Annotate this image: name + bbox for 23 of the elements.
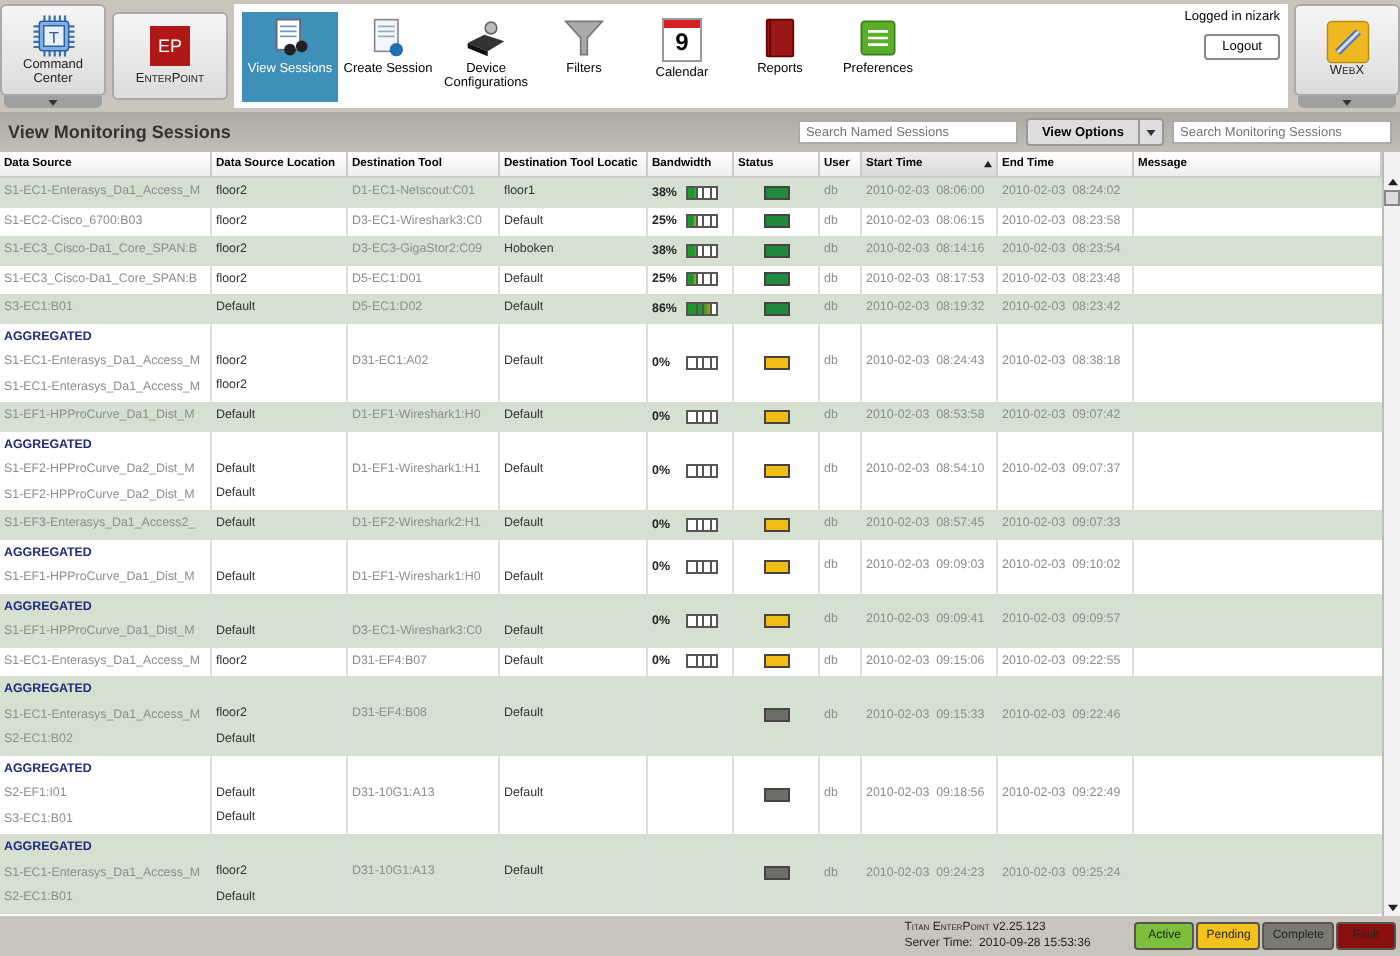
bandwidth-meter	[686, 185, 718, 200]
bandwidth-meter	[686, 272, 718, 287]
plug-icon	[1325, 20, 1369, 65]
enterpoint-logo: EP	[150, 25, 190, 66]
scroll-thumb[interactable]	[1384, 190, 1400, 206]
funnel-icon	[564, 17, 604, 57]
bandwidth-meter	[686, 243, 718, 258]
dropdown-tab[interactable]	[1298, 96, 1396, 108]
bandwidth-meter	[686, 301, 718, 316]
caret-icon	[1146, 129, 1156, 135]
bandwidth-meter	[686, 214, 718, 229]
document-add-icon	[368, 17, 408, 57]
sort-ascending-icon	[984, 160, 992, 168]
calendar-icon: 9	[662, 17, 702, 61]
scrollbar[interactable]	[1382, 152, 1400, 916]
dropdown-tab[interactable]	[4, 96, 102, 108]
device-gear-icon	[466, 17, 506, 57]
page-title: View Monitoring Sessions	[8, 122, 231, 142]
scroll-up-icon[interactable]	[1387, 178, 1397, 186]
checklist-icon	[858, 17, 898, 57]
book-icon	[760, 17, 800, 57]
scroll-down-icon[interactable]	[1387, 904, 1397, 912]
document-binoculars-icon	[270, 17, 310, 57]
